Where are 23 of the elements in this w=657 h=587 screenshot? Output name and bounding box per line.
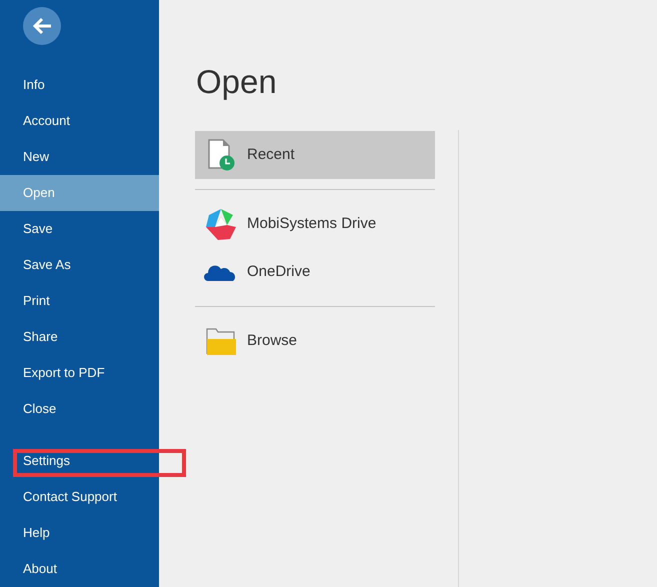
- nav-item[interactable]: Info: [0, 67, 159, 103]
- nav-item[interactable]: Share: [0, 319, 159, 355]
- drive-logo-icon: [205, 208, 237, 240]
- nav-item[interactable]: Help: [0, 515, 159, 551]
- nav-item[interactable]: Save: [0, 211, 159, 247]
- nav-item[interactable]: Print: [0, 283, 159, 319]
- nav-item[interactable]: Account: [0, 103, 159, 139]
- nav-item[interactable]: Save As: [0, 247, 159, 283]
- back-arrow-icon: [32, 17, 52, 35]
- nav-item[interactable]: Contact Support: [0, 479, 159, 515]
- location-item[interactable]: Browse: [195, 317, 435, 365]
- location-item[interactable]: Recent: [195, 131, 435, 179]
- recent-document-icon: [206, 139, 236, 171]
- page-title: Open: [196, 62, 277, 102]
- folder-icon: [206, 327, 236, 355]
- nav-item[interactable]: New: [0, 139, 159, 175]
- location-item[interactable]: MobiSystems Drive: [195, 200, 435, 248]
- back-button[interactable]: [23, 7, 61, 45]
- nav-item[interactable]: Settings: [0, 443, 159, 479]
- location-item[interactable]: OneDrive: [195, 248, 435, 296]
- nav-item[interactable]: Close: [0, 391, 159, 427]
- nav-item[interactable]: Export to PDF: [0, 355, 159, 391]
- nav-item[interactable]: About: [0, 551, 159, 587]
